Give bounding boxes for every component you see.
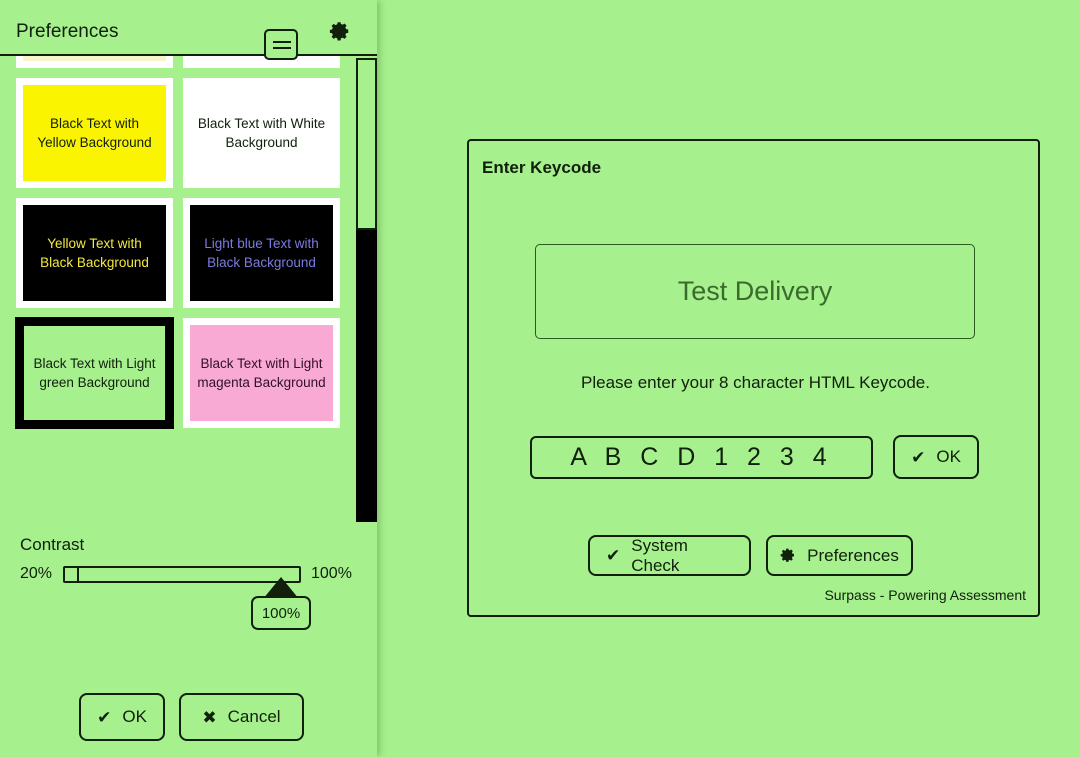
black-on-lightmagenta-swatch[interactable]: Black Text with Light magenta Background (183, 318, 340, 428)
keycode-instruction: Please enter your 8 character HTML Keyco… (581, 373, 930, 392)
color-scheme-grid: Background Background Black Text with Yell… (0, 56, 348, 429)
preferences-panel: Preferences Background Background Black Te… (0, 0, 377, 757)
preferences-header: Preferences (0, 0, 377, 56)
gear-icon (780, 547, 796, 564)
swatch-preview: Black Text with Light green Background (24, 326, 165, 420)
dialog-action-buttons: ✔ System Check Preferences (588, 535, 913, 576)
swatch-preview: Black Text with Light magenta Background (190, 325, 333, 421)
contrast-max-label: 100% (311, 565, 352, 582)
swatch-label: Black Text with Yellow Background (37, 116, 152, 150)
white-blue-text-swatch[interactable]: Background (183, 56, 340, 68)
scrollbar-thumb[interactable] (356, 58, 377, 230)
swatch-preview: Light blue Text with Black Background (190, 205, 333, 301)
swatch-label: Black Text with Light magenta Background (197, 356, 326, 390)
slider-tooltip: 100% (251, 596, 311, 630)
color-scheme-scroll-region[interactable]: Background Background Black Text with Yell… (0, 56, 377, 526)
preferences-button-label: Preferences (807, 545, 899, 565)
swatch-preview: Black Text with Yellow Background (23, 85, 166, 181)
check-icon: ✔ (911, 447, 926, 467)
preferences-button[interactable]: Preferences (766, 535, 913, 576)
dialog-title: Enter Keycode (482, 158, 602, 177)
check-icon: ✔ (97, 707, 112, 727)
slider-grip-line (273, 41, 291, 43)
swatch-label: Black Text with Light green Background (33, 356, 156, 390)
test-delivery-box: Test Delivery (535, 244, 975, 339)
keycode-entry-row: ✔ OK (530, 435, 979, 479)
lightblue-on-black-swatch[interactable]: Light blue Text with Black Background (183, 198, 340, 308)
swatch-label: Yellow Text with Black Background (40, 236, 149, 270)
yellow-on-black-swatch[interactable]: Yellow Text with Black Background (16, 198, 173, 308)
preferences-footer-buttons: ✔ OK ✖ Cancel (79, 693, 304, 741)
contrast-label: Contrast (20, 535, 85, 554)
black-on-lightgreen-swatch[interactable]: Black Text with Light green Background (15, 317, 174, 429)
gear-icon[interactable] (329, 20, 351, 42)
keycode-ok-button[interactable]: ✔ OK (893, 435, 979, 479)
swatch-preview: Background (23, 56, 166, 61)
page-title: Preferences (16, 21, 119, 42)
swatch-preview: Yellow Text with Black Background (23, 205, 166, 301)
cancel-button[interactable]: ✖ Cancel (179, 693, 304, 741)
ok-button-label: OK (122, 707, 147, 726)
dialog-footer-branding: Surpass - Powering Assessment (824, 587, 1026, 603)
cream-background-swatch[interactable]: Background (16, 56, 173, 68)
check-icon: ✔ (606, 546, 621, 565)
swatch-label: Black Text with White Background (197, 116, 326, 150)
slider-grip-line (273, 47, 291, 49)
contrast-control: Contrast 20% 100% (0, 530, 377, 640)
swatch-label: Light blue Text with Black Background (204, 236, 319, 270)
ok-button[interactable]: ✔ OK (79, 693, 165, 741)
keycode-input[interactable] (530, 435, 873, 479)
contrast-slider-fill (65, 568, 80, 581)
black-on-white-swatch[interactable]: Black Text with White Background (183, 78, 340, 188)
contrast-slider-handle[interactable] (264, 29, 298, 60)
swatch-preview: Black Text with White Background (190, 85, 333, 181)
preferences-scrollbar[interactable] (356, 58, 377, 522)
black-on-yellow-swatch[interactable]: Black Text with Yellow Background (16, 78, 173, 188)
swatch-preview: Background (190, 56, 333, 61)
enter-keycode-dialog: Enter Keycode Test Delivery Please enter… (467, 139, 1040, 617)
cross-icon: ✖ (202, 707, 217, 727)
system-check-button[interactable]: ✔ System Check (588, 535, 751, 576)
cancel-button-label: Cancel (227, 707, 281, 726)
contrast-min-label: 20% (20, 565, 53, 582)
keycode-ok-button-label: OK (936, 447, 961, 466)
test-delivery-label: Test Delivery (677, 276, 833, 306)
system-check-button-label: System Check (631, 535, 688, 575)
